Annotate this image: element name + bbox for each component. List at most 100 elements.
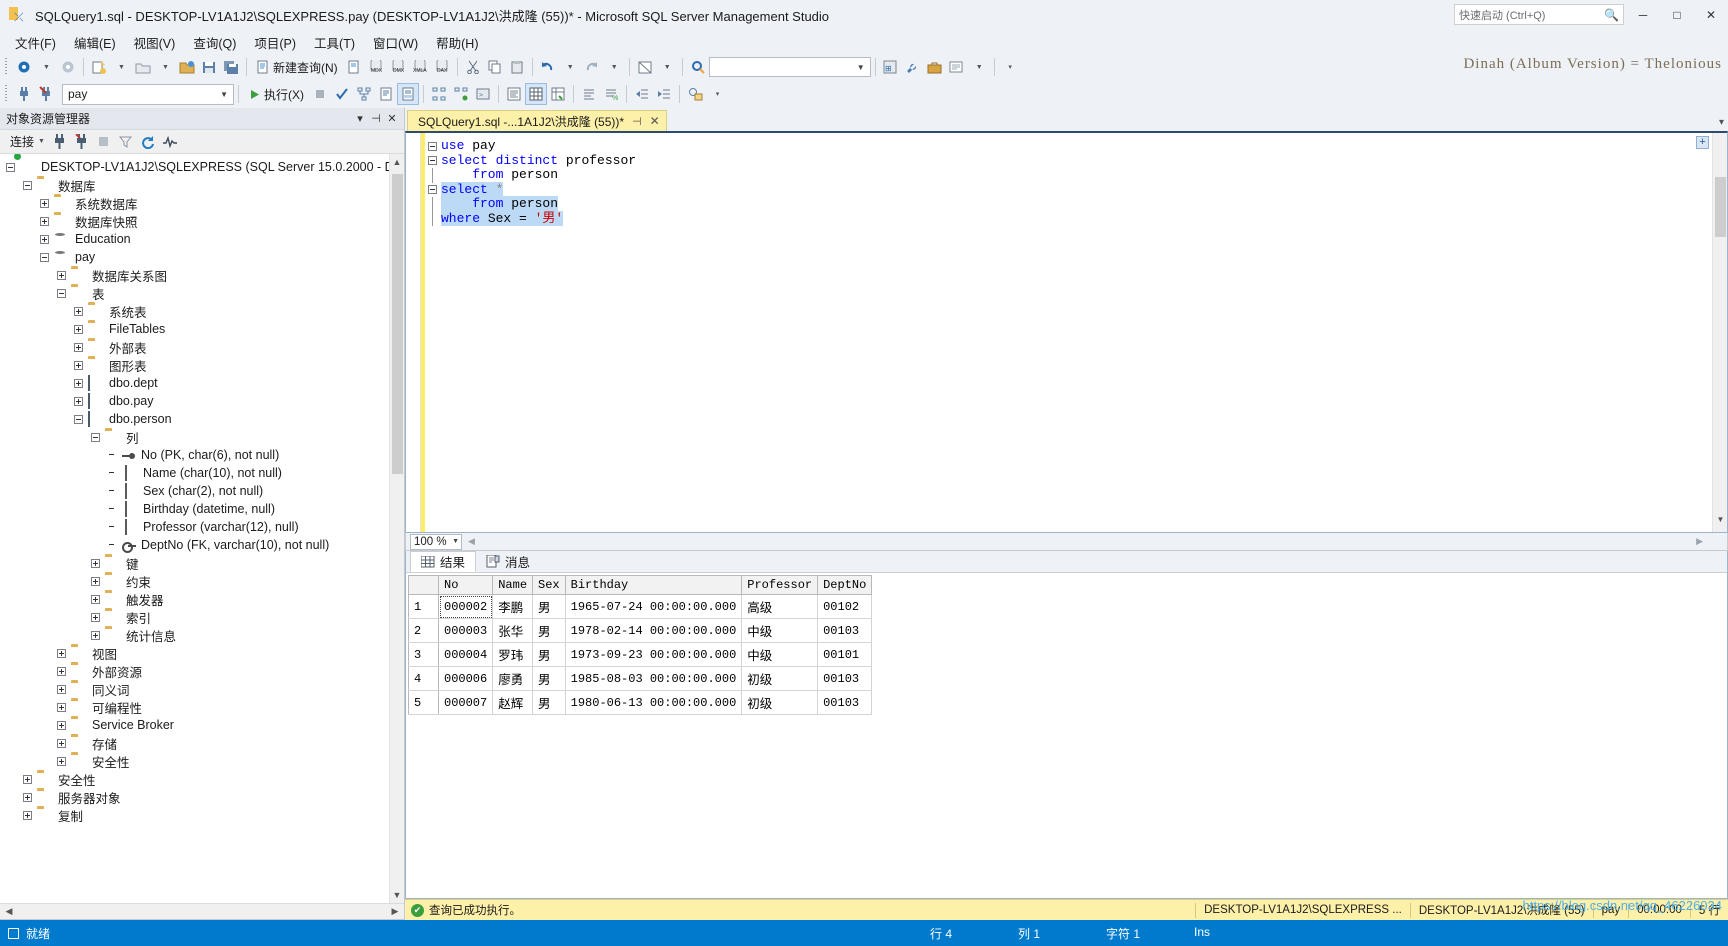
uncomment-lines-icon[interactable]: % (600, 83, 622, 105)
cell-deptno[interactable]: 00103 (817, 690, 873, 715)
scroll-up-icon[interactable]: ▲ (390, 157, 404, 167)
hscroll-right-icon[interactable]: ▶ (1696, 536, 1703, 547)
cell-name[interactable]: 张华 (492, 618, 534, 643)
stop-icon[interactable] (309, 83, 331, 105)
expand-icon[interactable] (91, 576, 100, 586)
cell-deptno[interactable]: 00103 (817, 618, 873, 643)
expand-icon[interactable] (91, 630, 100, 640)
navigate-forward-icon[interactable] (57, 56, 79, 78)
window-layout-dropdown-icon[interactable]: ▼ (656, 56, 678, 78)
new-database-engine-query-icon[interactable] (343, 56, 365, 78)
tree-node-storage[interactable]: 存储 (0, 734, 404, 752)
find-in-files-icon[interactable] (687, 56, 709, 78)
cell-birthday[interactable]: 1973-09-23 00:00:00.000 (564, 642, 743, 667)
code-line[interactable]: select distinct professor (425, 153, 1727, 169)
increase-indent-icon[interactable] (653, 83, 675, 105)
cell-professor[interactable]: 中级 (741, 618, 819, 643)
expand-icon[interactable] (57, 756, 66, 766)
pin-icon[interactable]: ⊣ (368, 112, 384, 125)
sql-code-area[interactable]: use pay select distinct professor from pe… (425, 133, 1727, 532)
expand-icon[interactable] (74, 396, 83, 406)
tree-node-column-sex[interactable]: Sex (char(2), not null) (0, 482, 404, 500)
results-to-text-icon[interactable] (503, 83, 525, 105)
tab-messages[interactable]: 消息 (476, 551, 541, 572)
scroll-left-icon[interactable]: ◀ (2, 906, 16, 917)
expand-icon[interactable] (74, 342, 83, 352)
expand-icon[interactable] (74, 360, 83, 370)
tree-node-databases[interactable]: 数据库 (0, 176, 404, 194)
tree-node-columns[interactable]: 列 (0, 428, 404, 446)
menu-edit[interactable]: 编辑(E) (65, 30, 125, 55)
table-row[interactable]: 2 000003 张华男 1978-02-14 00:00:00.000 中级 00103 (408, 618, 873, 643)
cell-sex[interactable]: 男 (532, 642, 566, 667)
scroll-down-icon[interactable]: ▼ (390, 890, 404, 900)
tree-horizontal-scrollbar[interactable]: ◀ ▶ (0, 903, 404, 919)
zoom-combo[interactable]: 100 % ▼ (410, 533, 462, 550)
tree-node-replication[interactable]: 复制 (0, 806, 404, 824)
display-estimated-plan-icon[interactable] (353, 83, 375, 105)
new-project-dropdown-icon[interactable]: ▼ (110, 56, 132, 78)
tree-node-server-objects[interactable]: 服务器对象 (0, 788, 404, 806)
cell-sex[interactable]: 男 (532, 690, 566, 715)
tree-node-pay[interactable]: pay (0, 248, 404, 266)
scroll-right-icon[interactable]: ▶ (388, 906, 402, 917)
tree-node-tables[interactable]: 表 (0, 284, 404, 302)
tree-node-filetables[interactable]: FileTables (0, 320, 404, 338)
cell-sex[interactable]: 男 (532, 594, 566, 619)
cell-birthday[interactable]: 1978-02-14 00:00:00.000 (564, 618, 743, 643)
expand-icon[interactable] (57, 720, 66, 730)
expand-icon[interactable] (74, 306, 83, 316)
tab-results[interactable]: 结果 (410, 551, 477, 572)
menu-file[interactable]: 文件(F) (6, 30, 65, 55)
collapse-icon[interactable] (40, 252, 49, 262)
editor-zoom-plus-icon[interactable]: + (1696, 136, 1709, 149)
error-list-icon[interactable] (946, 56, 968, 78)
tree-node-indexes[interactable]: 索引 (0, 608, 404, 626)
close-button[interactable]: ✕ (1694, 0, 1728, 30)
maximize-button[interactable]: □ (1660, 0, 1694, 30)
close-icon-tab[interactable]: ✕ (650, 114, 660, 128)
tree-node-system-tables[interactable]: 系统表 (0, 302, 404, 320)
cell-deptno[interactable]: 00102 (817, 594, 873, 619)
row-number-cell[interactable]: 2 (408, 618, 439, 643)
tree-node-keys[interactable]: 键 (0, 554, 404, 572)
toolbar-grip-2[interactable] (3, 85, 10, 103)
minimize-button[interactable]: ─ (1626, 0, 1660, 30)
open-folder-icon[interactable] (176, 56, 198, 78)
include-client-stats-icon[interactable] (450, 83, 472, 105)
activity-monitor-icon[interactable] (159, 132, 181, 152)
table-row[interactable]: 5 000007 赵辉男 1980-06-13 00:00:00.000 初级 00103 (408, 690, 873, 715)
collapse-icon[interactable] (91, 432, 100, 442)
tree-node-column-deptno[interactable]: DeptNo (FK, varchar(10), not null) (0, 536, 404, 554)
undo-icon[interactable] (537, 56, 559, 78)
tree-node-education[interactable]: Education (0, 230, 404, 248)
expand-icon[interactable] (23, 810, 32, 820)
grid-column-header[interactable]: Sex (532, 575, 566, 595)
tree-node-column-birthday[interactable]: Birthday (datetime, null) (0, 500, 404, 518)
tree-node-system-databases[interactable]: 系统数据库 (0, 194, 404, 212)
tree-node-programmability[interactable]: 可编程性 (0, 698, 404, 716)
row-number-cell[interactable]: 4 (408, 666, 439, 691)
toolbar-grip[interactable] (3, 58, 10, 76)
code-line[interactable]: where Sex = '男' (425, 210, 1727, 226)
include-live-stats-icon[interactable] (428, 83, 450, 105)
cell-no[interactable]: 000006 (437, 666, 494, 691)
chevron-down-icon-db[interactable]: ▼ (217, 90, 231, 99)
cell-sex[interactable]: 男 (532, 666, 566, 691)
toolbar-overflow-icon-2[interactable]: ▾ (706, 83, 728, 105)
properties-wrench-icon[interactable] (902, 56, 924, 78)
cut-icon[interactable] (462, 56, 484, 78)
decrease-indent-icon[interactable] (631, 83, 653, 105)
open-file-dropdown-icon[interactable]: ▼ (154, 56, 176, 78)
expand-icon[interactable] (57, 648, 66, 658)
tree-node-service-broker[interactable]: Service Broker (0, 716, 404, 734)
expand-icon[interactable] (74, 324, 83, 334)
toolbox-icon[interactable] (924, 56, 946, 78)
fold-collapse-icon[interactable] (425, 156, 439, 166)
close-panel-icon[interactable]: ✕ (384, 112, 400, 125)
expand-icon[interactable] (57, 684, 66, 694)
save-icon[interactable] (198, 56, 220, 78)
cell-birthday[interactable]: 1980-06-13 00:00:00.000 (564, 690, 743, 715)
cell-no[interactable]: 000002 (437, 594, 494, 619)
cell-no[interactable]: 000007 (437, 690, 494, 715)
